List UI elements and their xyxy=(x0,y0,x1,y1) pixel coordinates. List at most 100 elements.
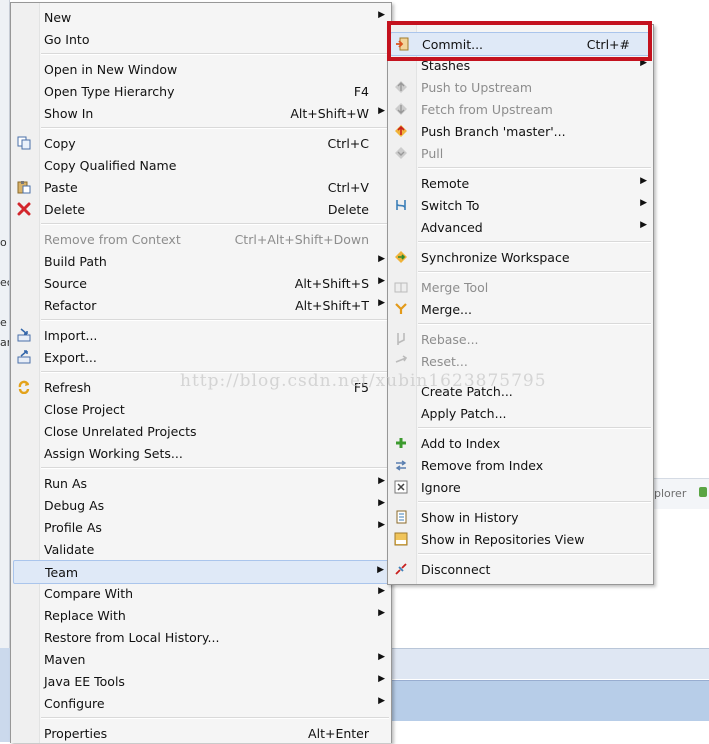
menu-item-copy-qualified-name[interactable]: Copy Qualified Name xyxy=(13,154,389,176)
menu-item-label: New xyxy=(44,10,72,25)
menu-item-add-to-index[interactable]: Add to Index xyxy=(390,432,651,454)
menu-item-assign-working-sets[interactable]: Assign Working Sets... xyxy=(13,442,389,464)
menu-item-replace-with[interactable]: Replace With ▶ xyxy=(13,604,389,626)
menu-item-debug-as[interactable]: Debug As ▶ xyxy=(13,494,389,516)
menu-item-new[interactable]: New ▶ xyxy=(13,6,389,28)
menu-item-stashes[interactable]: Stashes ▶ xyxy=(390,54,651,76)
remove-from-index-icon xyxy=(393,457,409,473)
menu-item-synchronize-workspace[interactable]: Synchronize Workspace xyxy=(390,246,651,268)
submenu-arrow-icon: ▶ xyxy=(378,520,385,530)
menu-item-label: Stashes xyxy=(421,58,471,73)
menu-item-label: Fetch from Upstream xyxy=(421,102,553,117)
menu-item-label: Remote xyxy=(421,176,470,191)
menu-item-shortcut: Delete xyxy=(327,202,369,217)
menu-item-shortcut: Ctrl+V xyxy=(327,180,369,195)
menu-item-shortcut: Alt+Enter xyxy=(308,726,369,741)
menu-item-build-path[interactable]: Build Path ▶ xyxy=(13,250,389,272)
menu-item-label: Close Unrelated Projects xyxy=(44,424,197,439)
menu-item-push-branch-master[interactable]: Push Branch 'master'... xyxy=(390,120,651,142)
menu-item-team[interactable]: Team ▶ xyxy=(13,560,389,584)
menu-item-properties[interactable]: Properties Alt+Enter xyxy=(13,722,389,744)
menu-item-label: Refactor xyxy=(44,298,97,313)
push-branch-icon xyxy=(393,123,409,139)
menu-item-shortcut: Ctrl+Alt+Shift+Down xyxy=(234,232,369,247)
submenu-arrow-icon: ▶ xyxy=(378,498,385,508)
menu-item-close-project[interactable]: Close Project xyxy=(13,398,389,420)
ignore-icon xyxy=(393,479,409,495)
menu-item-label: Profile As xyxy=(44,520,102,535)
menu-item-advanced[interactable]: Advanced ▶ xyxy=(390,216,651,238)
menu-item-label: Show in Repositories View xyxy=(421,532,585,547)
menu-item-open-type-hierarchy[interactable]: Open Type Hierarchy F4 xyxy=(13,80,389,102)
menu-item-label: Synchronize Workspace xyxy=(421,250,570,265)
menu-item-show-in-history[interactable]: Show in History xyxy=(390,506,651,528)
menu-item-import[interactable]: Import... xyxy=(13,324,389,346)
menu-item-compare-with[interactable]: Compare With ▶ xyxy=(13,582,389,604)
menu-item-restore-from-local-history[interactable]: Restore from Local History... xyxy=(13,626,389,648)
background-panel-band xyxy=(390,680,709,721)
menu-item-delete[interactable]: Delete Delete xyxy=(13,198,389,220)
menu-item-remove-from-context[interactable]: Remove from Context Ctrl+Alt+Shift+Down xyxy=(13,228,389,250)
menu-item-export[interactable]: Export... xyxy=(13,346,389,368)
menu-item-remote[interactable]: Remote ▶ xyxy=(390,172,651,194)
submenu-arrow-icon: ▶ xyxy=(378,10,385,20)
menu-item-show-in[interactable]: Show In Alt+Shift+W ▶ xyxy=(13,102,389,124)
background-text-fragment: ar xyxy=(0,336,9,349)
menu-separator xyxy=(41,127,389,129)
menu-item-label: Merge Tool xyxy=(421,280,489,295)
menu-item-push-to-upstream[interactable]: Push to Upstream xyxy=(390,76,651,98)
menu-item-label: Validate xyxy=(44,542,95,557)
submenu-arrow-icon: ▶ xyxy=(640,220,647,230)
menu-item-maven[interactable]: Maven ▶ xyxy=(13,648,389,670)
menu-item-switch-to[interactable]: Switch To ▶ xyxy=(390,194,651,216)
menu-item-run-as[interactable]: Run As ▶ xyxy=(13,472,389,494)
menu-item-show-in-repositories-view[interactable]: Show in Repositories View xyxy=(390,528,651,550)
menu-item-label: Go Into xyxy=(44,32,90,47)
menu-item-label: Commit... xyxy=(422,37,484,52)
menu-item-configure[interactable]: Configure ▶ xyxy=(13,692,389,714)
menu-item-label: Delete xyxy=(44,202,86,217)
menu-item-close-unrelated-projects[interactable]: Close Unrelated Projects xyxy=(13,420,389,442)
menu-item-ignore[interactable]: Ignore xyxy=(390,476,651,498)
menu-item-label: Remove from Context xyxy=(44,232,181,247)
menu-item-label: Export... xyxy=(44,350,97,365)
menu-item-rebase[interactable]: Rebase... xyxy=(390,328,651,350)
merge-tool-icon xyxy=(393,279,409,295)
menu-item-paste[interactable]: Paste Ctrl+V xyxy=(13,176,389,198)
menu-item-reset[interactable]: Reset... xyxy=(390,350,651,372)
menu-item-label: Source xyxy=(44,276,87,291)
menu-item-disconnect[interactable]: Disconnect xyxy=(390,558,651,580)
menu-item-label: Remove from Index xyxy=(421,458,544,473)
menu-item-pull[interactable]: Pull xyxy=(390,142,651,164)
menu-item-fetch-from-upstream[interactable]: Fetch from Upstream xyxy=(390,98,651,120)
menu-item-label: Run As xyxy=(44,476,88,491)
menu-item-copy[interactable]: Copy Ctrl+C xyxy=(13,132,389,154)
menu-item-merge-tool[interactable]: Merge Tool xyxy=(390,276,651,298)
menu-item-go-into[interactable]: Go Into xyxy=(13,28,389,50)
menu-item-source[interactable]: Source Alt+Shift+S ▶ xyxy=(13,272,389,294)
menu-item-shortcut: Alt+Shift+S xyxy=(294,276,369,291)
menu-item-remove-from-index[interactable]: Remove from Index xyxy=(390,454,651,476)
menu-item-label: Paste xyxy=(44,180,78,195)
synchronize-icon xyxy=(393,249,409,265)
menu-item-label: Advanced xyxy=(421,220,483,235)
menu-item-commit[interactable]: Commit... Ctrl+# xyxy=(390,32,651,56)
menu-item-java-ee-tools[interactable]: Java EE Tools ▶ xyxy=(13,670,389,692)
menu-item-label: Apply Patch... xyxy=(421,406,507,421)
menu-separator xyxy=(418,501,651,503)
background-panel-bar xyxy=(390,648,709,679)
menu-item-label: Close Project xyxy=(44,402,125,417)
menu-item-profile-as[interactable]: Profile As ▶ xyxy=(13,516,389,538)
menu-item-apply-patch[interactable]: Apply Patch... xyxy=(390,402,651,424)
submenu-arrow-icon: ▶ xyxy=(378,696,385,706)
menu-item-validate[interactable]: Validate xyxy=(13,538,389,560)
menu-separator xyxy=(41,717,389,719)
menu-item-label: Push Branch 'master'... xyxy=(421,124,566,139)
menu-item-shortcut: Ctrl+C xyxy=(327,136,369,151)
menu-item-open-in-new-window[interactable]: Open in New Window xyxy=(13,58,389,80)
menu-item-label: Open Type Hierarchy xyxy=(44,84,175,99)
menu-item-merge[interactable]: Merge... xyxy=(390,298,651,320)
submenu-arrow-icon: ▶ xyxy=(640,176,647,186)
menu-item-refactor[interactable]: Refactor Alt+Shift+T ▶ xyxy=(13,294,389,316)
push-upstream-icon xyxy=(393,79,409,95)
